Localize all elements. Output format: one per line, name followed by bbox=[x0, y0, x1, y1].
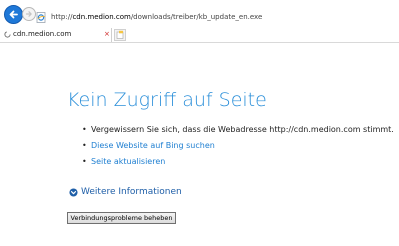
ie-page-icon bbox=[36, 12, 46, 23]
loading-spinner-icon bbox=[4, 31, 11, 38]
url-prefix: http:// bbox=[51, 13, 73, 21]
page-title: Kein Zugriff auf Seite bbox=[67, 89, 267, 111]
back-button[interactable] bbox=[4, 5, 23, 24]
check-address-text: Vergewissern Sie sich, dass die Webadres… bbox=[91, 125, 394, 134]
chevron-down-circle-icon bbox=[69, 187, 78, 197]
tab-strip: cdn.medion.com × bbox=[0, 28, 399, 43]
url-text: http://cdn.medion.com/downloads/treiber/… bbox=[51, 13, 262, 22]
url-host: cdn.medion.com bbox=[72, 13, 131, 21]
forward-button[interactable] bbox=[22, 7, 36, 21]
new-tab-icon bbox=[116, 30, 124, 39]
list-item: • Vergewissern Sie sich, dass die Webadr… bbox=[82, 122, 394, 138]
tab-close-button[interactable]: × bbox=[104, 29, 110, 39]
more-info-label: Weitere Informationen bbox=[81, 187, 182, 197]
refresh-page-link[interactable]: Seite aktualisieren bbox=[91, 157, 165, 166]
forward-arrow-icon bbox=[25, 11, 32, 17]
url-path: /downloads/treiber/kb_update_en.exe bbox=[130, 13, 263, 21]
suggestion-list: • Vergewissern Sie sich, dass die Webadr… bbox=[82, 122, 394, 170]
bullet: • bbox=[82, 141, 87, 150]
fix-connection-button[interactable]: Verbindungsprobleme beheben bbox=[67, 212, 176, 224]
new-tab-button[interactable] bbox=[114, 29, 126, 41]
bullet: • bbox=[82, 157, 87, 166]
list-item: • Diese Website auf Bing suchen bbox=[82, 138, 394, 154]
bullet: • bbox=[82, 125, 87, 134]
back-arrow-icon bbox=[9, 10, 18, 19]
address-bar[interactable]: http://cdn.medion.com/downloads/treiber/… bbox=[36, 12, 399, 25]
tab-active[interactable]: cdn.medion.com × bbox=[0, 28, 112, 42]
list-item: • Seite aktualisieren bbox=[82, 154, 394, 170]
browser-window: http://cdn.medion.com/downloads/treiber/… bbox=[0, 0, 399, 246]
more-info-toggle[interactable]: Weitere Informationen bbox=[69, 186, 182, 198]
search-bing-link[interactable]: Diese Website auf Bing suchen bbox=[91, 141, 215, 150]
tab-title: cdn.medion.com bbox=[13, 30, 72, 38]
browser-toolbar: http://cdn.medion.com/downloads/treiber/… bbox=[0, 0, 399, 27]
